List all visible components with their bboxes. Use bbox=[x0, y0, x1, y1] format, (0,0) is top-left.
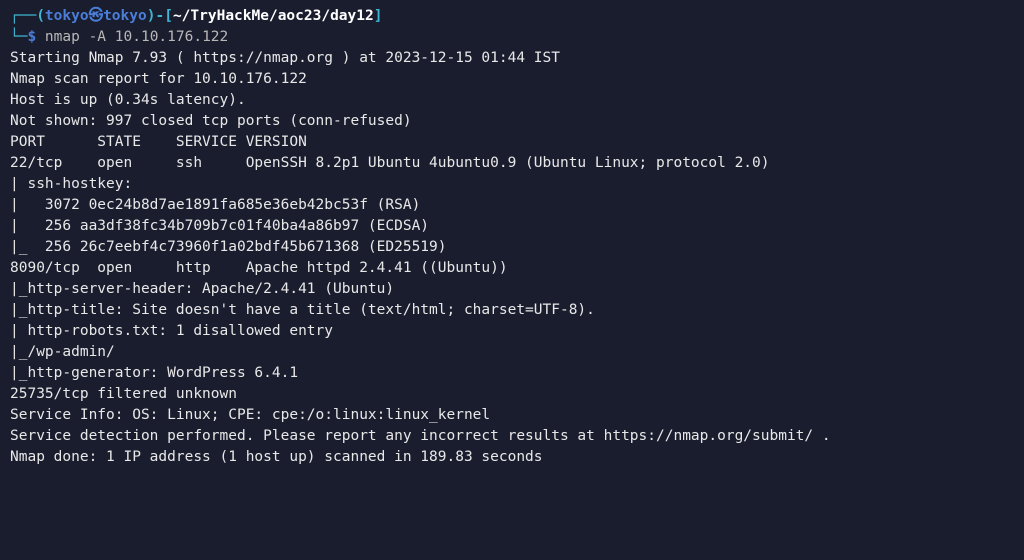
prompt-close-bracket: ] bbox=[374, 8, 383, 24]
output-line: | http-robots.txt: 1 disallowed entry bbox=[10, 321, 1014, 342]
output-line: |_/wp-admin/ bbox=[10, 342, 1014, 363]
output-line: Nmap scan report for 10.10.176.122 bbox=[10, 69, 1014, 90]
output-line: Not shown: 997 closed tcp ports (conn-re… bbox=[10, 111, 1014, 132]
output-line: Service detection performed. Please repo… bbox=[10, 426, 1014, 447]
prompt-open: ┌──( bbox=[10, 8, 45, 24]
output-line: Nmap done: 1 IP address (1 host up) scan… bbox=[10, 447, 1014, 468]
prompt-user: tokyo bbox=[45, 8, 89, 24]
prompt-line2-prefix: └─ bbox=[10, 29, 27, 45]
prompt-line-1: ┌──(tokyo㉿tokyo)-[~/TryHackMe/aoc23/day1… bbox=[10, 6, 1014, 27]
output-line: 22/tcp open ssh OpenSSH 8.2p1 Ubuntu 4ub… bbox=[10, 153, 1014, 174]
output-line: Starting Nmap 7.93 ( https://nmap.org ) … bbox=[10, 48, 1014, 69]
skull-icon: ㉿ bbox=[89, 8, 104, 24]
output-line: | 256 aa3df38fc34b709b7c01f40ba4a86b97 (… bbox=[10, 216, 1014, 237]
output-line: 8090/tcp open http Apache httpd 2.4.41 (… bbox=[10, 258, 1014, 279]
output-line-header: PORT STATE SERVICE VERSION bbox=[10, 132, 1014, 153]
prompt-host: tokyo bbox=[103, 8, 147, 24]
output-line: Host is up (0.34s latency). bbox=[10, 90, 1014, 111]
terminal-window[interactable]: ┌──(tokyo㉿tokyo)-[~/TryHackMe/aoc23/day1… bbox=[10, 6, 1014, 468]
output-line: | 3072 0ec24b8d7ae1891fa685e36eb42bc53f … bbox=[10, 195, 1014, 216]
output-line: 25735/tcp filtered unknown bbox=[10, 384, 1014, 405]
output-line: |_ 256 26c7eebf4c73960f1a02bdf45b671368 … bbox=[10, 237, 1014, 258]
prompt-dollar: $ bbox=[27, 29, 36, 45]
prompt-line-2: └─$ nmap -A 10.10.176.122 bbox=[10, 27, 1014, 48]
output-line: |_http-generator: WordPress 6.4.1 bbox=[10, 363, 1014, 384]
output-line: | ssh-hostkey: bbox=[10, 174, 1014, 195]
output-line: |_http-title: Site doesn't have a title … bbox=[10, 300, 1014, 321]
command-text: nmap -A 10.10.176.122 bbox=[36, 29, 228, 45]
prompt-tilde: ~ bbox=[173, 8, 182, 24]
prompt-dash-open: -[ bbox=[155, 8, 172, 24]
prompt-path: /TryHackMe/aoc23/day12 bbox=[182, 8, 374, 24]
output-line: |_http-server-header: Apache/2.4.41 (Ubu… bbox=[10, 279, 1014, 300]
output-line: Service Info: OS: Linux; CPE: cpe:/o:lin… bbox=[10, 405, 1014, 426]
